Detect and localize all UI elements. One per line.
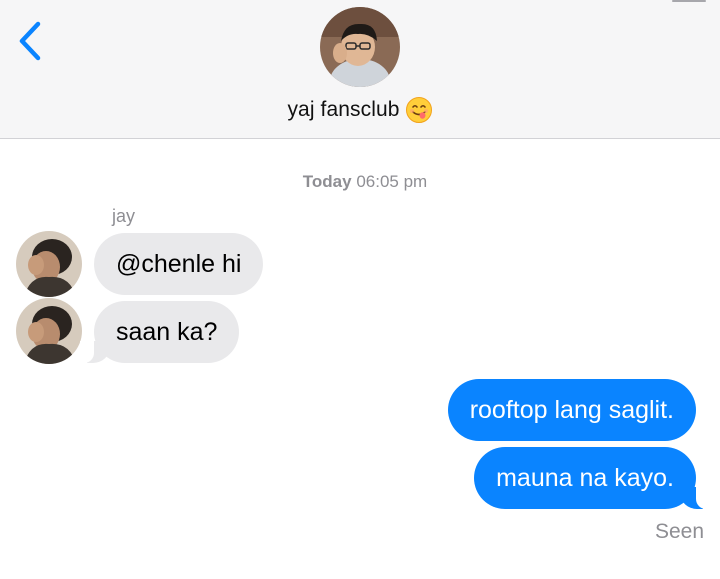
group-avatar[interactable] — [320, 7, 400, 87]
message-timestamp: Today 06:05 pm — [0, 172, 720, 192]
timestamp-day: Today — [302, 172, 352, 191]
avatar[interactable] — [16, 298, 82, 364]
message-text: rooftop lang saglit. — [469, 396, 674, 424]
message-bubble-outgoing[interactable]: rooftop lang saglit. — [447, 379, 696, 441]
group-name-label: yaj fansclub — [287, 98, 400, 121]
message-text: saan ka? — [116, 318, 218, 346]
message-bubble-incoming[interactable]: saan ka? — [79, 301, 240, 363]
status-indicator — [672, 0, 706, 2]
conversation-title[interactable]: yaj fansclub — [0, 96, 720, 124]
message-bubble-outgoing[interactable]: mauna na kayo. — [474, 447, 710, 509]
back-button[interactable] — [12, 16, 52, 64]
read-receipt: Seen — [654, 520, 704, 543]
message-text: @chenle hi — [116, 250, 242, 278]
sender-name: jay — [112, 206, 136, 226]
message-text: mauna na kayo. — [496, 464, 674, 492]
chevron-left-icon — [19, 21, 41, 61]
chat-header: yaj fansclub — [0, 0, 720, 139]
avatar[interactable] — [16, 231, 82, 297]
message-bubble-incoming[interactable]: @chenle hi — [94, 233, 264, 295]
smiling-face-tongue-emoji — [405, 96, 433, 124]
timestamp-time: 06:05 pm — [356, 172, 428, 191]
